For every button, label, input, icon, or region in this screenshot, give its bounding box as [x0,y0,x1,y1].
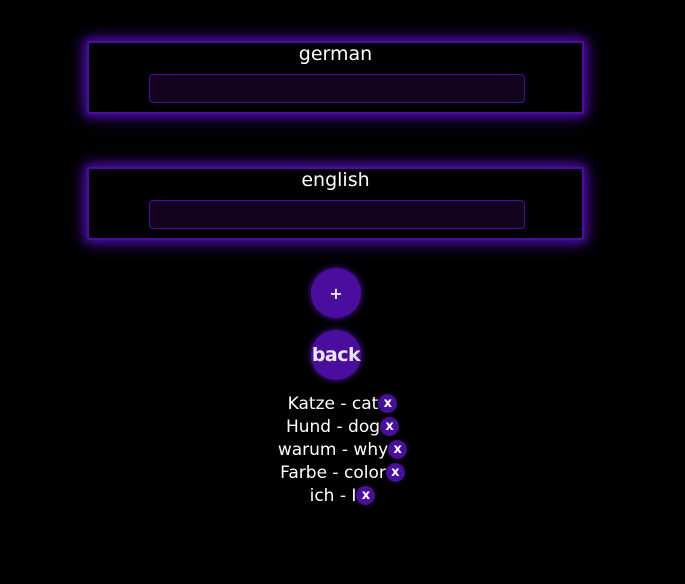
vocabulary-item: warum - why x [0,438,685,461]
vocabulary-item-text: Katze - cat [287,393,379,414]
vocabulary-item-text: ich - I [309,485,357,506]
vocabulary-item-text: Farbe - color [280,462,386,483]
add-button[interactable]: + [311,268,361,318]
english-input[interactable] [149,200,525,229]
delete-button[interactable]: x [380,417,400,436]
vocabulary-list: Katze - cat x Hund - dog x warum - why x Fa… [0,392,685,507]
vocabulary-item: Farbe - color x [0,461,685,484]
delete-button[interactable]: x [388,440,408,459]
delete-button[interactable]: x [356,486,376,505]
german-field-box: german [87,41,584,114]
delete-button[interactable]: x [378,394,398,413]
german-label: german [298,43,373,65]
english-field-box: english [87,167,584,240]
vocabulary-item: Katze - cat x [0,392,685,415]
vocabulary-app: german english + back Katze - cat x Hund … [0,0,685,584]
german-input[interactable] [149,74,525,103]
delete-button[interactable]: x [385,463,405,482]
back-button[interactable]: back [311,330,361,380]
vocabulary-item-text: Hund - dog [285,416,381,437]
vocabulary-item-text: warum - why [277,439,389,460]
vocabulary-item: ich - Ix [0,484,685,507]
english-label: english [301,169,370,191]
vocabulary-item: Hund - dog x [0,415,685,438]
